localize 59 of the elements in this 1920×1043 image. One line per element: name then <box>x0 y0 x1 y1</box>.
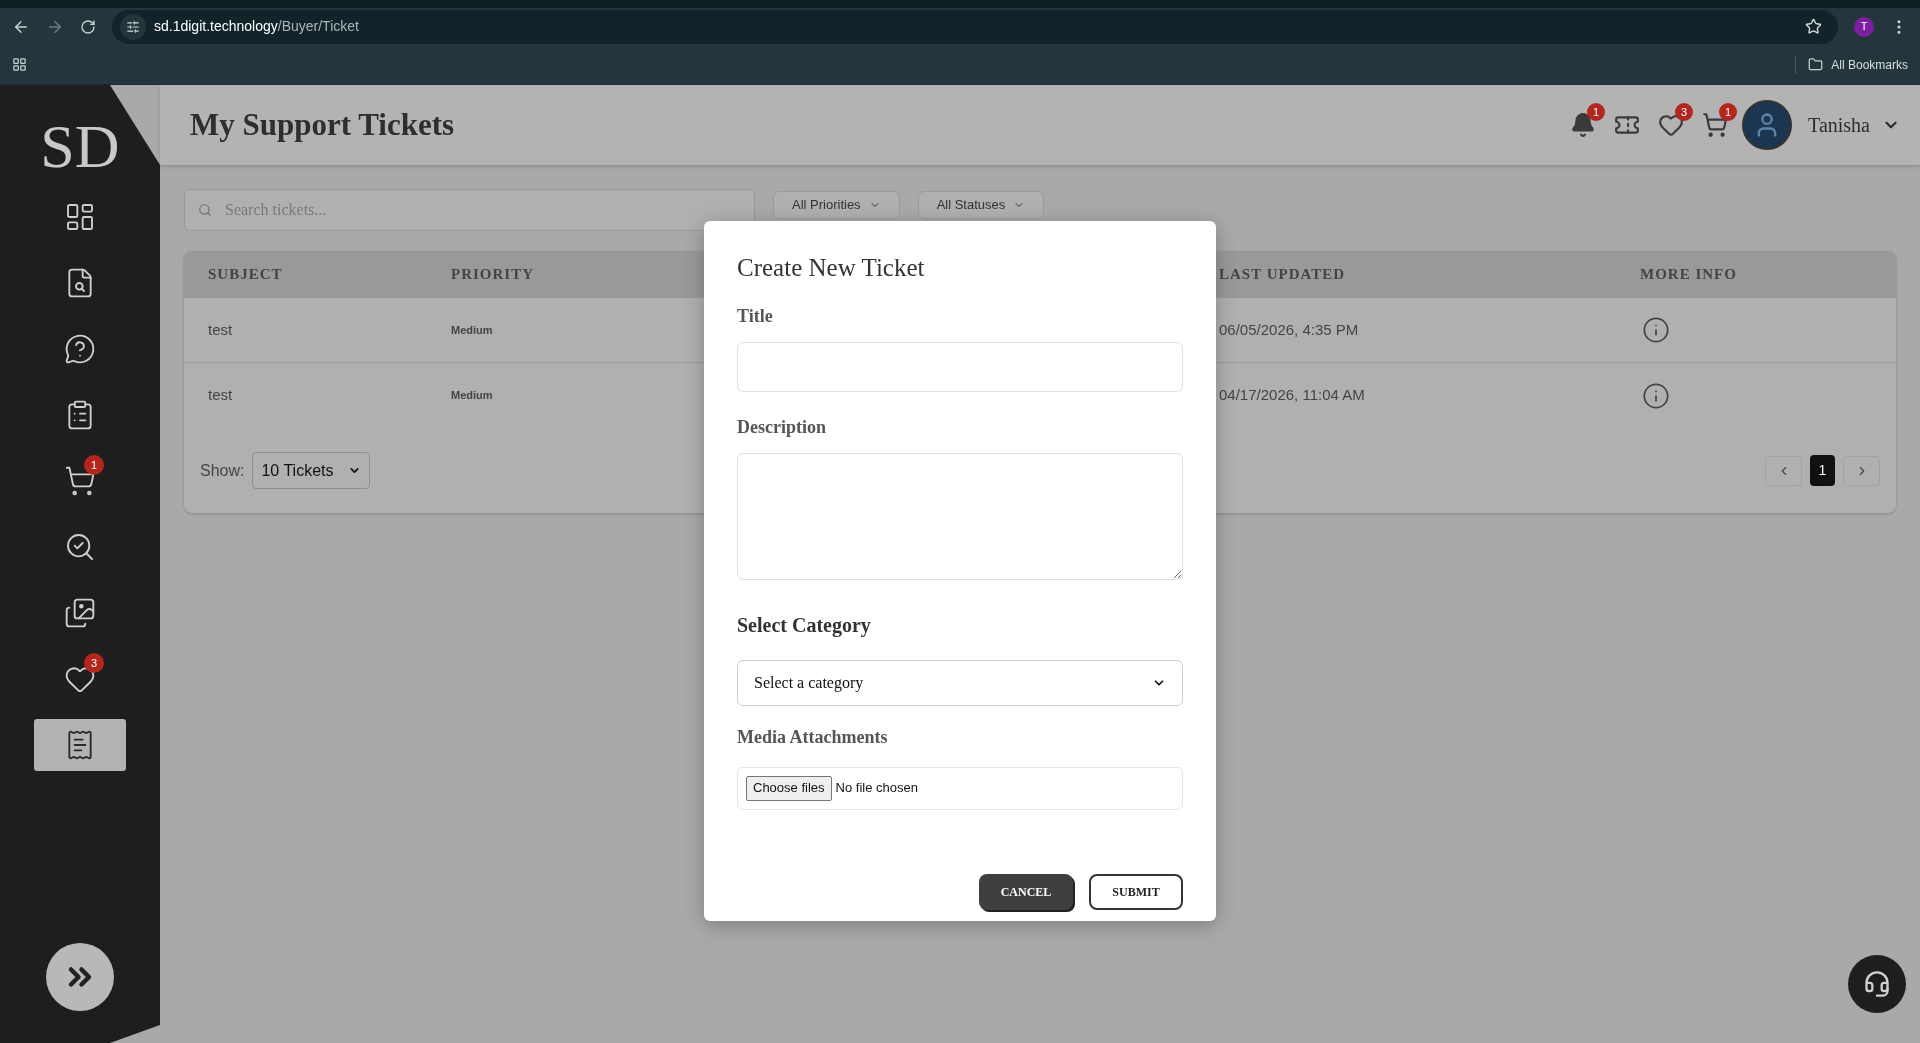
filter-dropdown[interactable]: All Statuses <box>917 191 1045 219</box>
page-size-select[interactable]: 10 Tickets <box>252 452 370 489</box>
folder-icon[interactable] <box>1808 57 1824 72</box>
apps-grid-icon[interactable] <box>12 57 27 72</box>
count-badge: 1 <box>84 455 104 475</box>
url-path: /Buyer/Ticket <box>277 17 359 36</box>
priority-cell-text: Medium <box>451 388 493 404</box>
field-label: Title <box>737 304 774 328</box>
category-select[interactable]: Select a category <box>737 659 1183 706</box>
images-icon <box>64 597 96 629</box>
reload-icon[interactable] <box>80 18 96 35</box>
user-avatar[interactable] <box>1742 100 1793 150</box>
column-header: LAST UPDATED <box>1219 265 1346 285</box>
chat-question-icon <box>64 333 96 365</box>
page-button[interactable]: 1 <box>1810 455 1835 486</box>
field-label: Media Attachments <box>737 725 889 749</box>
count-badge: 3 <box>1675 103 1694 121</box>
date-cell-text: 06/05/2026, 4:35 PM <box>1219 319 1359 340</box>
user-name[interactable]: Tanisha <box>1808 110 1870 140</box>
info-icon[interactable] <box>1642 316 1670 344</box>
priority-cell-text: Medium <box>451 322 493 338</box>
choose-files-button[interactable]: Choose files <box>746 775 832 801</box>
bookmark-star-icon[interactable] <box>1805 18 1822 35</box>
support-chat-button[interactable] <box>1848 955 1906 1013</box>
info-icon[interactable] <box>1642 381 1670 410</box>
column-header: MORE INFO <box>1640 265 1737 285</box>
submit-button[interactable]: SUBMIT <box>1089 873 1183 910</box>
show-label: Show: <box>200 460 245 481</box>
url-host: sd.1digit.technology <box>154 17 278 36</box>
field-label: Description <box>737 415 827 439</box>
sidebar-item[interactable]: 3 <box>34 653 126 705</box>
subject-cell-text: test <box>208 319 233 340</box>
date-cell-text: 04/17/2026, 11:04 AM <box>1219 385 1365 406</box>
count-badge: 3 <box>84 653 104 673</box>
description-input-field[interactable] <box>737 452 1183 580</box>
profile-avatar[interactable]: T <box>1854 16 1874 37</box>
title-input-field[interactable] <box>737 341 1183 392</box>
dashboard-icon <box>64 201 96 233</box>
sidebar-item[interactable] <box>34 719 126 771</box>
address-bar[interactable]: sd.1digit.technology/Buyer/Ticket <box>112 9 1838 44</box>
logo: SD <box>40 115 120 177</box>
file-status-text: No file chosen <box>835 779 918 798</box>
section-heading: Select Category <box>737 612 872 639</box>
subject-cell-text: test <box>208 385 233 406</box>
column-header: SUBJECT <box>208 265 283 285</box>
filter-dropdown[interactable]: All Priorities <box>773 191 900 219</box>
sidebar-item[interactable]: 1 <box>34 455 126 507</box>
site-settings-icon[interactable] <box>120 13 146 40</box>
dialog-title: Create New Ticket <box>737 253 926 283</box>
file-input-field[interactable]: Choose files No file chosen <box>737 766 1183 810</box>
bookmarks-label[interactable]: All Bookmarks <box>1831 55 1908 74</box>
column-header: PRIORITY <box>451 265 534 285</box>
count-badge: 1 <box>1719 103 1738 121</box>
count-badge: 1 <box>1587 103 1606 121</box>
headset-icon <box>1863 970 1891 998</box>
page-title: My Support Tickets <box>190 105 455 144</box>
search-icon <box>64 531 96 563</box>
cancel-button[interactable]: CANCEL <box>979 873 1073 910</box>
search-icon <box>198 203 212 217</box>
